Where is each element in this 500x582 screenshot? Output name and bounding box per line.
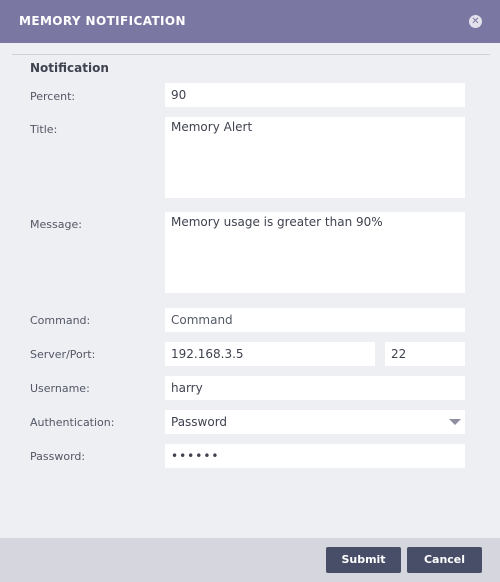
section-title: Notification xyxy=(30,61,109,75)
submit-button[interactable]: Submit xyxy=(326,547,401,573)
server-port-label: Server/Port: xyxy=(30,348,96,361)
cancel-button[interactable]: Cancel xyxy=(407,547,482,573)
username-input[interactable]: harry xyxy=(165,376,465,400)
close-icon[interactable]: ✕ xyxy=(469,15,482,28)
command-label: Command: xyxy=(30,314,91,327)
message-textarea[interactable]: Memory usage is greater than 90% xyxy=(165,212,465,293)
command-input[interactable]: Command xyxy=(165,308,465,332)
authentication-select[interactable]: Password xyxy=(165,410,465,434)
dialog-titlebar: MEMORY NOTIFICATION ✕ xyxy=(0,0,500,43)
memory-notification-dialog: MEMORY NOTIFICATION ✕ Notification Perce… xyxy=(0,0,500,582)
message-label: Message: xyxy=(30,218,82,231)
server-input[interactable]: 192.168.3.5 xyxy=(165,342,375,366)
title-textarea[interactable]: Memory Alert xyxy=(165,117,465,198)
port-input[interactable]: 22 xyxy=(385,342,465,366)
dialog-title: MEMORY NOTIFICATION xyxy=(19,14,186,28)
password-label: Password: xyxy=(30,450,86,463)
username-label: Username: xyxy=(30,382,90,395)
percent-input[interactable]: 90 xyxy=(165,83,465,107)
title-label: Title: xyxy=(30,123,58,136)
chevron-down-icon[interactable] xyxy=(449,419,461,425)
percent-label: Percent: xyxy=(30,90,76,103)
password-input[interactable]: •••••• xyxy=(165,444,465,468)
authentication-selected-value: Password xyxy=(171,415,228,429)
authentication-label: Authentication: xyxy=(30,416,115,429)
section-divider xyxy=(12,54,490,55)
